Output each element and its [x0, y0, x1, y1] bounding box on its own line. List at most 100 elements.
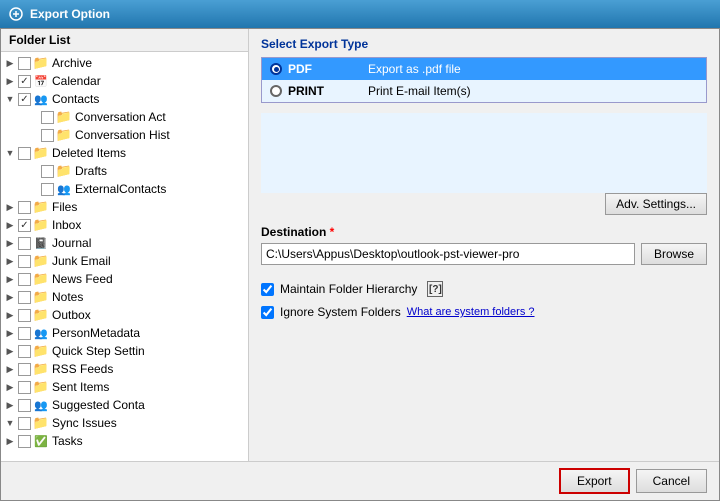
expand-icon[interactable]: ▶ — [3, 272, 17, 286]
folder-item-tasks[interactable]: ▶✅Tasks — [1, 432, 248, 450]
folder-item-journal[interactable]: ▶📓Journal — [1, 234, 248, 252]
folder-icon-news-feed: 📁 — [33, 272, 49, 286]
expand-icon[interactable]: ▶ — [3, 398, 17, 412]
folder-checkbox-sent-items[interactable] — [18, 381, 31, 394]
expand-icon[interactable]: ▶ — [3, 290, 17, 304]
folder-item-conversation-act[interactable]: 📁Conversation Act — [1, 108, 248, 126]
folder-checkbox-person-metadata[interactable] — [18, 327, 31, 340]
folder-icon-calendar: 📅 — [33, 74, 49, 88]
folder-name-external-contacts: ExternalContacts — [75, 182, 166, 196]
expand-icon[interactable]: ▶ — [3, 434, 17, 448]
expand-icon[interactable]: ▶ — [3, 56, 17, 70]
expand-icon[interactable]: ▶ — [3, 200, 17, 214]
folder-checkbox-contacts[interactable] — [18, 93, 31, 106]
folder-checkbox-journal[interactable] — [18, 237, 31, 250]
folder-name-calendar: Calendar — [52, 74, 101, 88]
expand-icon[interactable]: ▶ — [3, 344, 17, 358]
folder-item-conversation-hist[interactable]: 📁Conversation Hist — [1, 126, 248, 144]
destination-input[interactable] — [261, 243, 635, 265]
folder-icon-notes: 📁 — [33, 290, 49, 304]
folder-item-rss-feeds[interactable]: ▶ 📁RSS Feeds — [1, 360, 248, 378]
right-panel: Select Export Type PDF Export as .pdf fi… — [249, 29, 719, 461]
folder-checkbox-sync-issues[interactable] — [18, 417, 31, 430]
folder-item-contacts[interactable]: ▼👥Contacts — [1, 90, 248, 108]
folder-checkbox-inbox[interactable] — [18, 219, 31, 232]
folder-icon-junk-email: 📁 — [33, 254, 49, 268]
maintain-hierarchy-help[interactable]: [?] — [427, 281, 443, 297]
folder-checkbox-drafts[interactable] — [41, 165, 54, 178]
radio-pdf — [270, 63, 282, 75]
expand-icon[interactable]: ▶ — [3, 326, 17, 340]
folder-checkbox-rss-feeds[interactable] — [18, 363, 31, 376]
export-type-spacer — [261, 113, 707, 193]
maintain-hierarchy-row: Maintain Folder Hierarchy [?] — [261, 281, 707, 297]
export-button[interactable]: Export — [559, 468, 630, 494]
folder-checkbox-quick-step[interactable] — [18, 345, 31, 358]
folder-item-news-feed[interactable]: ▶📁News Feed — [1, 270, 248, 288]
folder-item-archive[interactable]: ▶📁Archive — [1, 54, 248, 72]
expand-icon[interactable]: ▶ — [3, 236, 17, 250]
folder-icon-suggested-conta: 👥 — [33, 398, 49, 412]
export-type-name-print: PRINT — [288, 84, 368, 98]
dialog-body: Folder List ▶📁Archive▶📅Calendar▼👥Contact… — [1, 29, 719, 461]
expand-icon[interactable]: ▼ — [3, 416, 17, 430]
folder-item-sync-issues[interactable]: ▼📁Sync Issues — [1, 414, 248, 432]
expand-icon[interactable]: ▶ — [3, 362, 17, 376]
folder-checkbox-conversation-act[interactable] — [41, 111, 54, 124]
cancel-button[interactable]: Cancel — [636, 469, 707, 493]
folder-name-person-metadata: PersonMetadata — [52, 326, 140, 340]
folder-checkbox-outbox[interactable] — [18, 309, 31, 322]
export-type-pdf[interactable]: PDF Export as .pdf file — [262, 58, 706, 80]
folder-name-junk-email: Junk Email — [52, 254, 111, 268]
folder-checkbox-notes[interactable] — [18, 291, 31, 304]
folder-checkbox-tasks[interactable] — [18, 435, 31, 448]
folder-item-inbox[interactable]: ▶📁Inbox — [1, 216, 248, 234]
folder-checkbox-junk-email[interactable] — [18, 255, 31, 268]
folder-name-archive: Archive — [52, 56, 92, 70]
folder-checkbox-files[interactable] — [18, 201, 31, 214]
folder-name-rss-feeds: RSS Feeds — [52, 362, 113, 376]
folder-item-person-metadata[interactable]: ▶👥PersonMetadata — [1, 324, 248, 342]
system-folders-help-link[interactable]: What are system folders ? — [407, 306, 535, 318]
folder-icon-tasks: ✅ — [33, 434, 49, 448]
ignore-system-label: Ignore System Folders — [280, 305, 401, 319]
expand-icon[interactable]: ▼ — [3, 92, 17, 106]
folder-item-suggested-conta[interactable]: ▶👥Suggested Conta — [1, 396, 248, 414]
folder-item-junk-email[interactable]: ▶ 📁Junk Email — [1, 252, 248, 270]
expand-icon[interactable]: ▶ — [3, 308, 17, 322]
folder-checkbox-conversation-hist[interactable] — [41, 129, 54, 142]
folder-item-calendar[interactable]: ▶ 📅Calendar — [1, 72, 248, 90]
export-type-print[interactable]: PRINT Print E-mail Item(s) — [262, 80, 706, 102]
browse-button[interactable]: Browse — [641, 243, 707, 265]
folder-tree[interactable]: ▶📁Archive▶📅Calendar▼👥Contacts📁Conversati… — [1, 52, 248, 461]
folder-icon-sent-items: 📁 — [33, 380, 49, 394]
maintain-hierarchy-checkbox[interactable] — [261, 283, 274, 296]
folder-item-quick-step[interactable]: ▶📁Quick Step Settin — [1, 342, 248, 360]
folder-item-drafts[interactable]: 📁Drafts — [1, 162, 248, 180]
folder-name-journal: Journal — [52, 236, 91, 250]
expand-icon[interactable]: ▶ — [3, 74, 17, 88]
folder-checkbox-external-contacts[interactable] — [41, 183, 54, 196]
expand-icon[interactable]: ▶ — [3, 218, 17, 232]
folder-item-sent-items[interactable]: ▶ 📁Sent Items — [1, 378, 248, 396]
expand-icon[interactable]: ▶ — [3, 380, 17, 394]
folder-item-deleted-items[interactable]: ▼📁Deleted Items — [1, 144, 248, 162]
expand-icon[interactable]: ▼ — [3, 146, 17, 160]
folder-icon-rss-feeds: 📁 — [33, 362, 49, 376]
folder-name-contacts: Contacts — [52, 92, 99, 106]
folder-checkbox-news-feed[interactable] — [18, 273, 31, 286]
folder-item-notes[interactable]: ▶📁Notes — [1, 288, 248, 306]
adv-settings-button[interactable]: Adv. Settings... — [605, 193, 707, 215]
ignore-system-checkbox[interactable] — [261, 306, 274, 319]
folder-checkbox-suggested-conta[interactable] — [18, 399, 31, 412]
export-type-desc-pdf: Export as .pdf file — [368, 62, 461, 76]
folder-checkbox-archive[interactable] — [18, 57, 31, 70]
folder-checkbox-deleted-items[interactable] — [18, 147, 31, 160]
folder-item-external-contacts[interactable]: 👥ExternalContacts — [1, 180, 248, 198]
folder-item-outbox[interactable]: ▶📁Outbox — [1, 306, 248, 324]
adv-settings-row: Adv. Settings... — [261, 193, 707, 215]
folder-checkbox-calendar[interactable] — [18, 75, 31, 88]
folder-item-files[interactable]: ▶📁Files — [1, 198, 248, 216]
expand-icon[interactable]: ▶ — [3, 254, 17, 268]
folder-name-sent-items: Sent Items — [52, 380, 109, 394]
